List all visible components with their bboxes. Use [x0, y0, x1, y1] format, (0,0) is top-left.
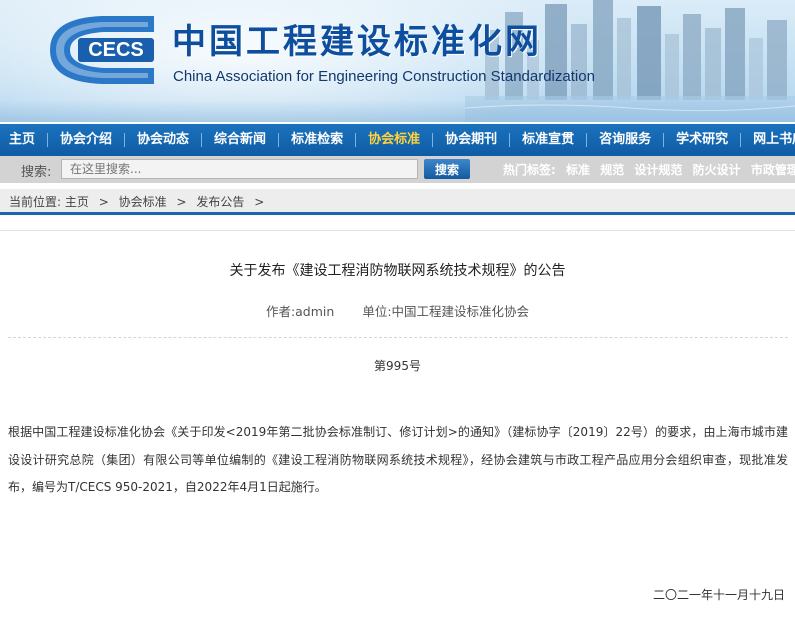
search-button[interactable]: 搜索	[424, 159, 470, 179]
nav-divider	[201, 132, 203, 147]
banner-water	[0, 100, 795, 122]
nav-divider	[509, 132, 511, 147]
meta-divider	[8, 337, 788, 338]
nav-item-general-news[interactable]: 综合新闻	[205, 124, 275, 156]
nav-divider	[355, 132, 357, 147]
nav-divider	[124, 132, 126, 147]
nav-item-promotion[interactable]: 标准宣贯	[513, 124, 583, 156]
nav-item-association-standards[interactable]: 协会标准	[359, 124, 429, 156]
breadcrumb-prefix: 当前位置:	[9, 195, 62, 209]
article-meta: 作者:admin 单位:中国工程建设标准化协会	[0, 301, 795, 320]
nav-item-consulting[interactable]: 咨询服务	[590, 124, 660, 156]
nav-item-about[interactable]: 协会介绍	[51, 124, 121, 156]
site-title-english: China Association for Engineering Constr…	[173, 68, 595, 85]
breadcrumb-link-announcements[interactable]: 发布公告	[196, 195, 244, 209]
breadcrumb-separator: >	[254, 195, 265, 209]
nav-divider	[663, 132, 665, 147]
nav-item-standard-search[interactable]: 标准检索	[282, 124, 352, 156]
breadcrumb-link-standards[interactable]: 协会标准	[119, 195, 167, 209]
hot-tag-link[interactable]: 规范	[600, 163, 624, 177]
nav-item-research[interactable]: 学术研究	[667, 124, 737, 156]
nav-divider	[740, 132, 742, 147]
article-title: 关于发布《建设工程消防物联网系统技术规程》的公告	[229, 263, 566, 279]
nav-item-journal[interactable]: 协会期刊	[436, 124, 506, 156]
cecs-logo-icon[interactable]: CECS	[44, 10, 160, 90]
hot-tag-link[interactable]: 防火设计	[693, 163, 741, 177]
nav-item-bookstore[interactable]: 网上书店	[744, 124, 795, 156]
main-navigation: 主页 协会介绍 协会动态 综合新闻 标准检索 协会标准 协会期刊 标准宣贯 咨询服务 学术研究 网上…	[0, 124, 795, 156]
hot-tags-label: 热门标签:	[503, 163, 556, 177]
breadcrumb-separator: >	[176, 195, 187, 209]
nav-divider	[586, 132, 588, 147]
nav-divider	[47, 132, 49, 147]
announcement-number: 第995号	[374, 359, 421, 373]
article-date: 二〇二一年十一月十九日	[652, 588, 785, 602]
breadcrumb-separator: >	[98, 195, 109, 209]
breadcrumb-link-home[interactable]: 主页	[65, 195, 89, 209]
nav-item-home[interactable]: 主页	[0, 124, 44, 156]
hot-tag-link[interactable]: 市政管理	[751, 163, 795, 177]
nav-divider	[432, 132, 434, 147]
search-input[interactable]	[61, 159, 418, 179]
hot-tag-link[interactable]: 设计规范	[634, 163, 682, 177]
article-author: 作者:admin	[265, 304, 335, 319]
hot-tags: 热门标签: 标准 规范 设计规范 防火设计 市政管理	[503, 161, 795, 178]
search-label: 搜索:	[21, 165, 52, 180]
nav-item-news[interactable]: 协会动态	[128, 124, 198, 156]
article-top-divider	[0, 230, 795, 231]
nav-divider	[278, 132, 280, 147]
search-bar: 搜索: 搜索 热门标签: 标准 规范 设计规范 防火设计 市政管理	[0, 156, 795, 183]
site-banner: CECS 中国工程建设标准化网 China Association for En…	[0, 0, 795, 122]
hot-tag-link[interactable]: 标准	[566, 163, 590, 177]
breadcrumb: 当前位置: 主页 > 协会标准 > 发布公告 >	[0, 189, 795, 215]
article-unit: 单位:中国工程建设标准化协会	[362, 304, 530, 319]
logo-text: CECS	[88, 39, 144, 61]
site-title-chinese: 中国工程建设标准化网	[172, 22, 542, 62]
article-body: 根据中国工程建设标准化协会《关于印发<2019年第二批协会标准制订、修订计划>的…	[8, 425, 788, 495]
